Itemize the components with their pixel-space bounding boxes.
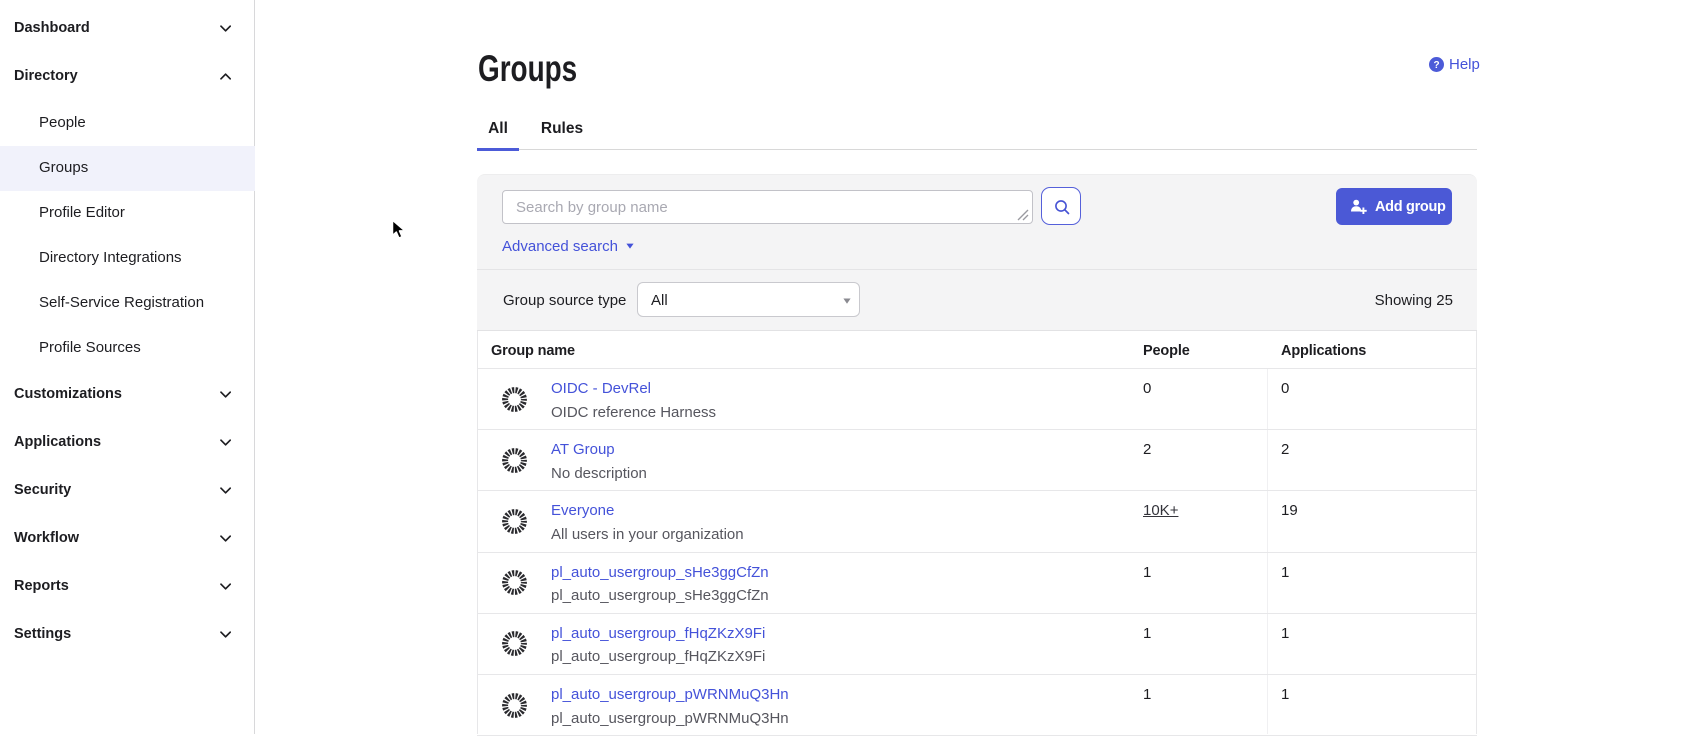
svg-text:?: ? bbox=[1433, 60, 1439, 71]
